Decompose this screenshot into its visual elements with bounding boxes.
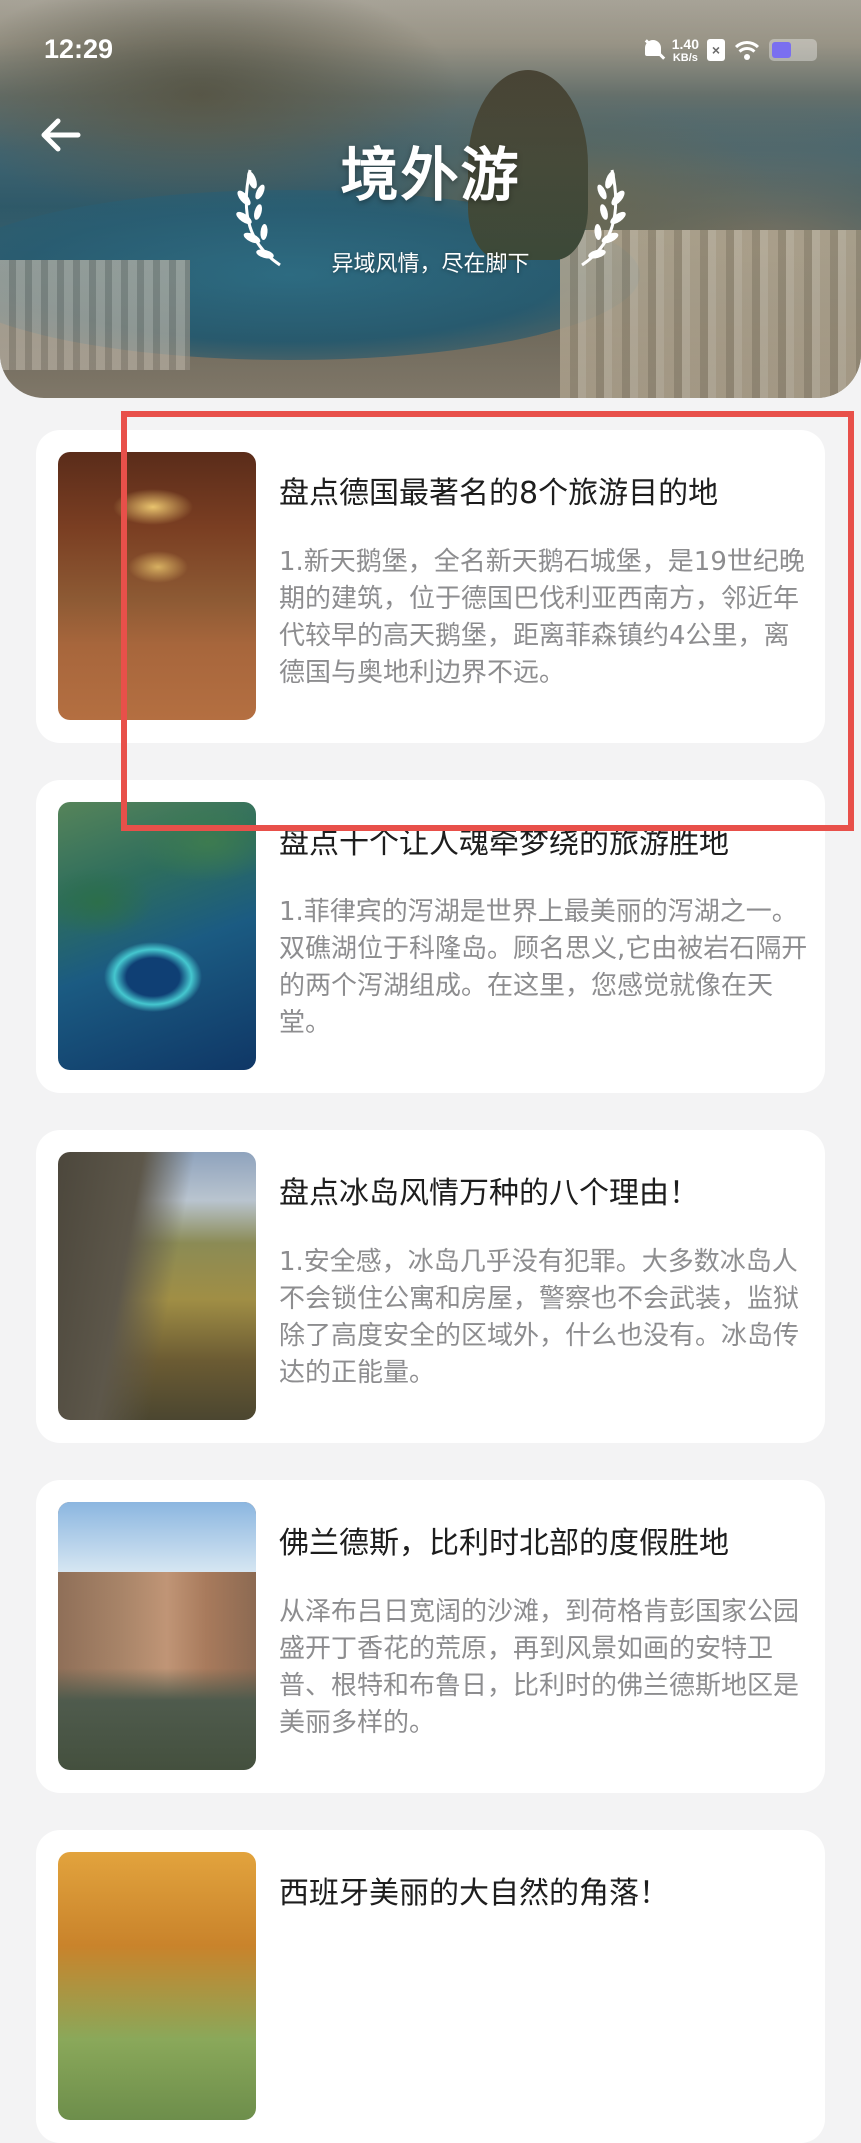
- network-speed-unit: KB/s: [672, 51, 698, 64]
- article-card[interactable]: 盘点冰岛风情万种的八个理由！ 1.安全感，冰岛几乎没有犯罪。大多数冰岛人不会锁住…: [36, 1130, 825, 1443]
- article-thumbnail[interactable]: [58, 1152, 256, 1420]
- article-excerpt: 1.安全感，冰岛几乎没有犯罪。大多数冰岛人不会锁住公寓和房屋，警察也不会武装，监…: [279, 1247, 800, 1388]
- wifi-icon: [733, 39, 761, 61]
- article-excerpt: 1.新天鹅堡，全名新天鹅石城堡，是19世纪晚期的建筑，位于德国巴伐利亚西南方，邻…: [279, 547, 805, 688]
- article-title: 盘点冰岛风情万种的八个理由！: [279, 1176, 699, 1211]
- article-title: 盘点德国最著名的8个旅游目的地: [279, 476, 719, 511]
- network-speed: 1.40 KB/s: [672, 37, 699, 64]
- page-title: 境外游: [340, 141, 521, 209]
- article-thumbnail[interactable]: [58, 802, 256, 1070]
- status-time: 12:29: [44, 34, 114, 64]
- article-card[interactable]: 佛兰德斯，比利时北部的度假胜地 从泽布吕日宽阔的沙滩，到荷格肯彭国家公园盛开丁香…: [36, 1480, 825, 1793]
- battery-level-fill: [772, 42, 791, 58]
- article-card[interactable]: 盘点十个让人魂牵梦绕的旅游胜地 1.菲律宾的泻湖是世界上最美丽的泻湖之一。双礁湖…: [36, 780, 825, 1093]
- article-title: 佛兰德斯，比利时北部的度假胜地: [279, 1526, 729, 1561]
- network-speed-value: 1.40: [671, 35, 699, 52]
- article-title: 盘点十个让人魂牵梦绕的旅游胜地: [279, 826, 729, 861]
- page-subtitle: 异域风情，尽在脚下: [331, 252, 530, 277]
- article-card[interactable]: 西班牙美丽的大自然的角落！: [36, 1830, 825, 2143]
- sim-off-icon: ×: [707, 39, 725, 61]
- header-banner: 12:29 1.40 KB/s × 境外游 异域风情，尽在脚下: [0, 0, 861, 398]
- article-thumbnail[interactable]: [58, 1852, 256, 2120]
- mute-bell-icon: [642, 38, 664, 62]
- article-excerpt: 1.菲律宾的泻湖是世界上最美丽的泻湖之一。双礁湖位于科隆岛。顾名思义,它由被岩石…: [279, 897, 808, 1038]
- article-card[interactable]: 盘点德国最著名的8个旅游目的地 1.新天鹅堡，全名新天鹅石城堡，是19世纪晚期的…: [36, 430, 825, 743]
- article-thumbnail[interactable]: [58, 452, 256, 720]
- article-title: 西班牙美丽的大自然的角落！: [279, 1876, 669, 1911]
- article-excerpt: 从泽布吕日宽阔的沙滩，到荷格肯彭国家公园盛开丁香花的荒原，再到风景如画的安特卫普…: [279, 1597, 800, 1738]
- status-icons: 1.40 KB/s ×: [642, 30, 817, 70]
- article-thumbnail[interactable]: [58, 1502, 256, 1770]
- battery-icon: [769, 39, 817, 61]
